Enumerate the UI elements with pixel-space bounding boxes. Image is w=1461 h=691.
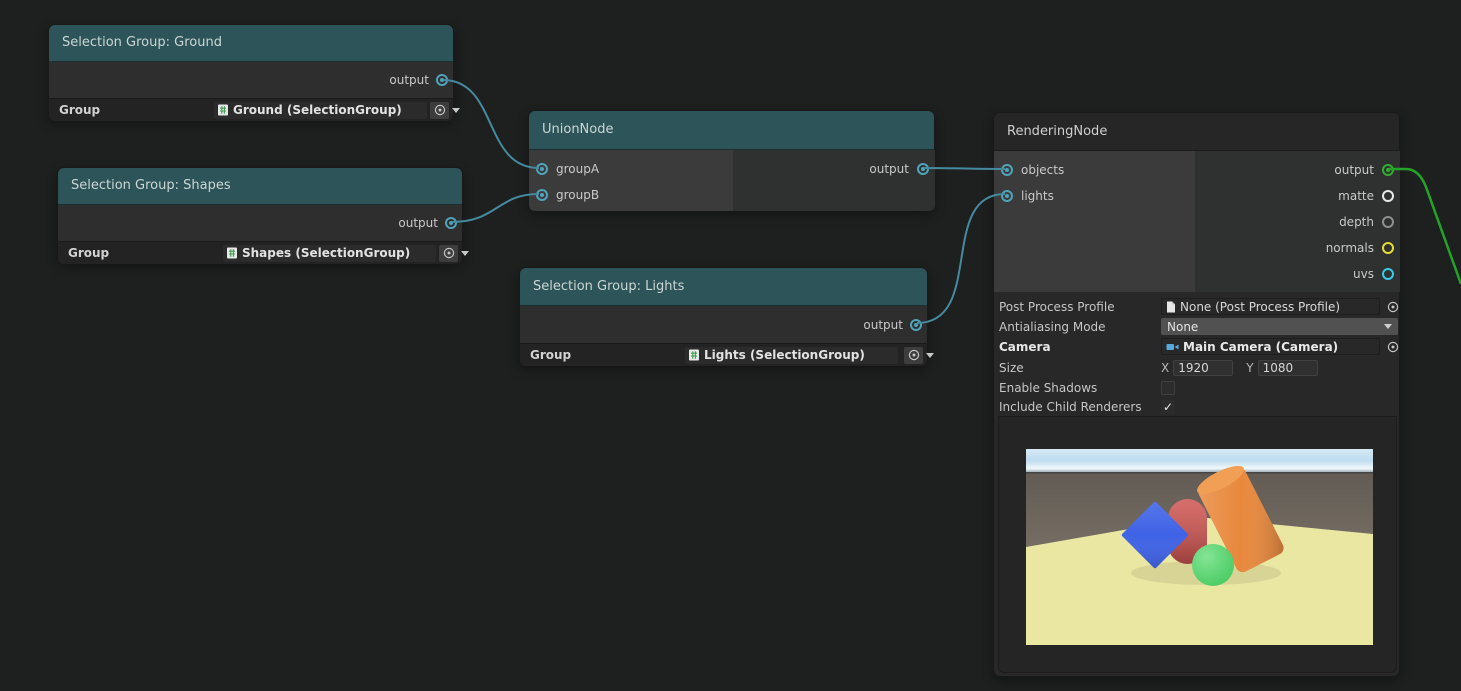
size-y-label: Y: [1246, 360, 1254, 375]
port-label-depth: depth: [1339, 215, 1374, 229]
node-header[interactable]: Selection Group: Ground: [49, 25, 453, 62]
group-object-field[interactable]: Lights (SelectionGroup): [685, 346, 898, 364]
preview-green-sphere: [1192, 544, 1234, 586]
selection-group-asset-icon: [689, 349, 699, 361]
include-child-renderers-label: Include Child Renderers: [999, 399, 1142, 414]
port-normals[interactable]: [1382, 242, 1394, 254]
size-label: Size: [999, 360, 1024, 375]
camera-preview-panel: [998, 416, 1397, 673]
selection-group-asset-icon: [227, 247, 237, 259]
camera-label: Camera: [999, 339, 1051, 354]
size-x-label: X: [1161, 360, 1170, 375]
enable-shadows-label: Enable Shadows: [999, 380, 1098, 395]
node-graph-canvas[interactable]: Selection Group: Ground output Group Gro…: [0, 0, 1461, 691]
object-picker-button[interactable]: [904, 346, 923, 364]
group-object-field[interactable]: Shapes (SelectionGroup): [223, 244, 436, 262]
object-picker-button[interactable]: [430, 101, 449, 119]
port-label-output: output: [863, 317, 903, 332]
port-label-objects: objects: [1021, 162, 1065, 177]
dropdown-caret-icon[interactable]: [452, 108, 460, 113]
enable-shadows-checkbox[interactable]: [1161, 380, 1175, 395]
dropdown-caret-icon[interactable]: [461, 251, 469, 256]
object-picker-icon[interactable]: [1386, 340, 1400, 354]
port-render-output[interactable]: [1382, 164, 1394, 176]
group-object-field[interactable]: Ground (SelectionGroup): [214, 101, 427, 119]
node-selection-group-shapes[interactable]: Selection Group: Shapes output Group Sha…: [57, 167, 469, 264]
object-field-value: Shapes (SelectionGroup): [242, 246, 411, 260]
object-field-value: Lights (SelectionGroup): [704, 348, 865, 362]
node-title: UnionNode: [542, 122, 614, 137]
antialiasing-mode-value: None: [1167, 319, 1199, 334]
dropdown-caret-icon[interactable]: [926, 353, 934, 358]
group-field-label: Group: [530, 348, 572, 362]
port-output[interactable]: [917, 163, 929, 175]
camera-preview-image: [1026, 449, 1373, 645]
port-lights[interactable]: [1001, 189, 1013, 202]
antialiasing-mode-dropdown[interactable]: None: [1161, 318, 1398, 335]
object-picker-icon[interactable]: [1386, 300, 1400, 314]
port-label-groupA: groupA: [556, 162, 600, 176]
group-field-label: Group: [68, 246, 110, 260]
page-icon: [1167, 301, 1175, 312]
port-groupA[interactable]: [536, 163, 548, 175]
port-label-output: output: [398, 216, 438, 230]
camera-icon: [1166, 343, 1179, 350]
object-field-value: Ground (SelectionGroup): [233, 103, 402, 117]
selection-group-asset-icon: [218, 104, 228, 116]
port-depth[interactable]: [1382, 216, 1394, 228]
edge-shapes-to-union-groupB[interactable]: [451, 193, 540, 223]
dropdown-caret-icon: [1384, 324, 1392, 329]
object-picker-icon: [443, 247, 454, 259]
port-objects[interactable]: [1001, 163, 1013, 176]
object-picker-button[interactable]: [439, 244, 458, 262]
node-title: Selection Group: Shapes: [71, 178, 231, 193]
post-process-profile-field[interactable]: None (Post Process Profile): [1161, 298, 1380, 315]
port-label-normals: normals: [1325, 241, 1374, 255]
size-y-input[interactable]: 1080: [1257, 359, 1318, 376]
camera-value: Main Camera (Camera): [1183, 339, 1339, 354]
node-title: RenderingNode: [1007, 124, 1108, 139]
port-matte[interactable]: [1382, 190, 1394, 202]
port-label-lights: lights: [1021, 188, 1054, 203]
port-label-output: output: [869, 162, 909, 176]
render-preview-scene: [1026, 449, 1373, 645]
node-selection-group-lights[interactable]: Selection Group: Lights output Group Lig…: [519, 267, 934, 366]
port-uvs[interactable]: [1382, 268, 1394, 280]
antialiasing-mode-label: Antialiasing Mode: [999, 319, 1106, 334]
port-output[interactable]: [910, 318, 922, 331]
preview-horizon-line: [1026, 472, 1373, 474]
node-union[interactable]: UnionNode groupA groupB output: [528, 110, 935, 211]
post-process-profile-value: None (Post Process Profile): [1180, 299, 1341, 314]
node-header[interactable]: Selection Group: Lights: [520, 268, 927, 306]
edge-lights-to-rendering-lights[interactable]: [916, 193, 1006, 324]
group-field-label: Group: [59, 103, 101, 117]
port-output[interactable]: [436, 74, 448, 86]
node-title: Selection Group: Lights: [533, 279, 685, 294]
size-x-input[interactable]: 1920: [1173, 359, 1234, 376]
port-label-matte: matte: [1338, 189, 1374, 203]
port-output[interactable]: [445, 217, 457, 229]
camera-field[interactable]: Main Camera (Camera): [1161, 338, 1380, 355]
node-header[interactable]: UnionNode: [529, 111, 934, 150]
node-selection-group-ground[interactable]: Selection Group: Ground output Group Gro…: [48, 24, 460, 121]
node-title: Selection Group: Ground: [62, 35, 222, 50]
preview-sky: [1026, 449, 1373, 472]
node-header[interactable]: Selection Group: Shapes: [58, 168, 462, 205]
edge-ground-to-union-groupA[interactable]: [442, 79, 540, 169]
include-child-renderers-checkbox[interactable]: ✓: [1161, 399, 1175, 414]
port-label-groupB: groupB: [556, 188, 600, 202]
port-groupB[interactable]: [536, 189, 548, 201]
port-label-render-output: output: [1334, 163, 1374, 177]
object-picker-icon: [908, 349, 919, 361]
port-label-output: output: [389, 73, 429, 87]
object-picker-icon: [434, 104, 445, 116]
port-label-uvs: uvs: [1353, 267, 1374, 281]
post-process-profile-label: Post Process Profile: [999, 299, 1115, 314]
node-header[interactable]: RenderingNode: [994, 113, 1399, 151]
node-rendering[interactable]: RenderingNode objects lights output matt…: [993, 112, 1400, 677]
